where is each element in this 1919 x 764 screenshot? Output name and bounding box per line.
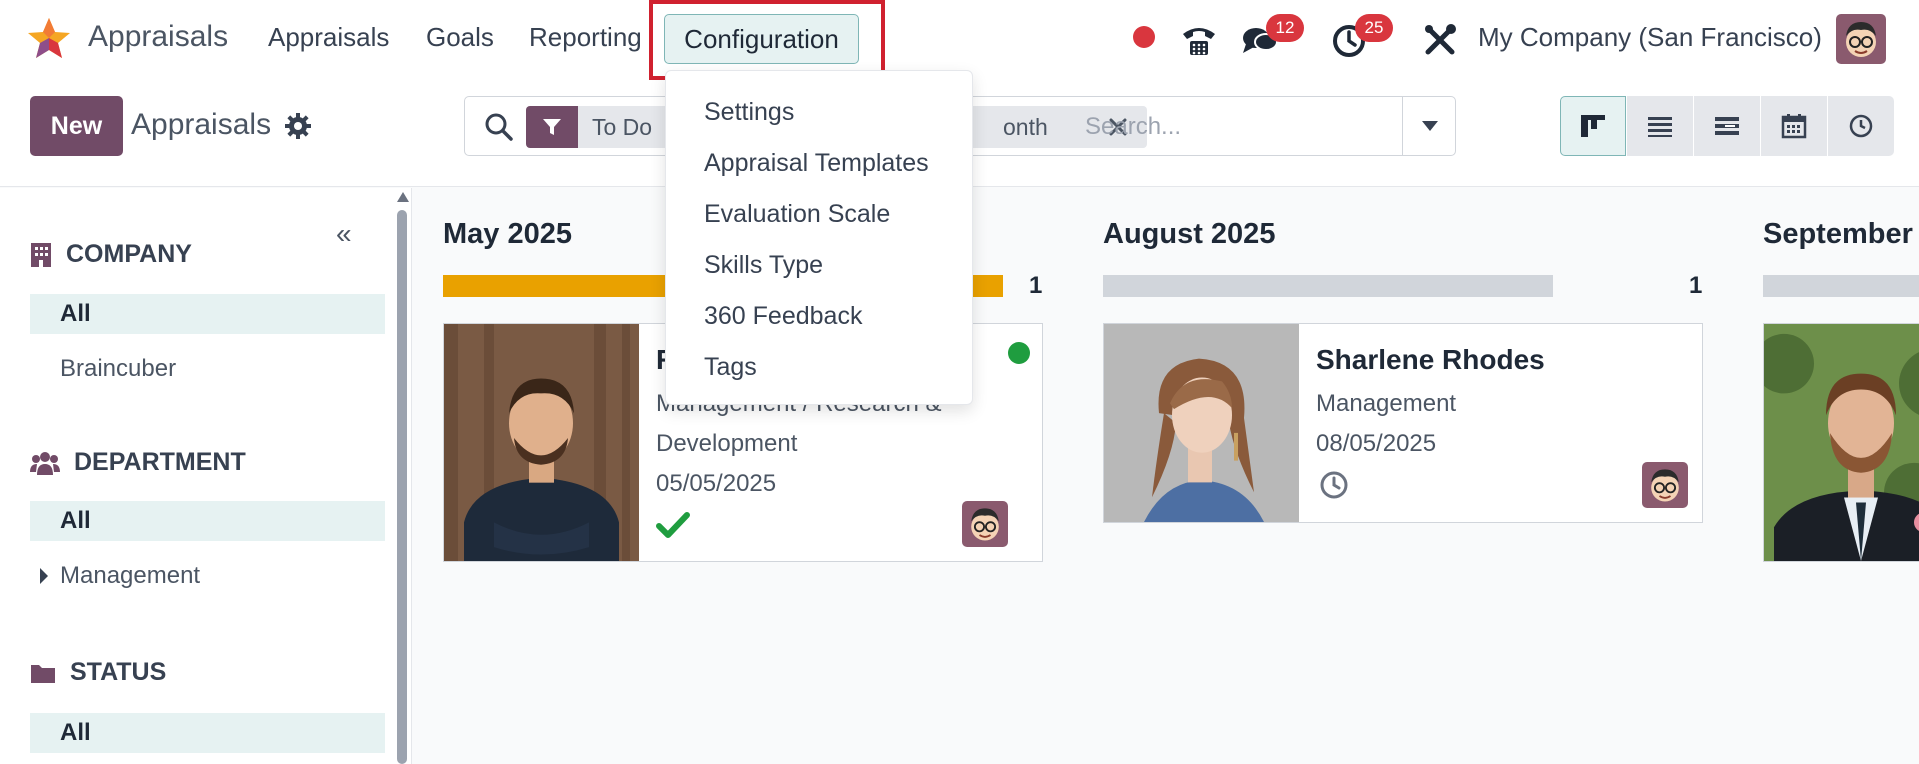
- user-avatar[interactable]: [1836, 14, 1886, 64]
- column-title[interactable]: September: [1763, 218, 1913, 251]
- messages-badge: 12: [1266, 14, 1304, 42]
- kanban-view-button[interactable]: [1560, 96, 1626, 156]
- users-icon: [30, 451, 60, 475]
- facet-to-do[interactable]: To Do: [578, 106, 673, 148]
- facet-month-label: onth: [1003, 114, 1048, 140]
- kanban-icon: [1581, 115, 1605, 137]
- tools-icon[interactable]: [1420, 20, 1460, 60]
- employee-department-line2: Development: [656, 430, 798, 457]
- kanban-card[interactable]: [1763, 323, 1919, 562]
- search-options-toggle[interactable]: [1402, 97, 1456, 155]
- page-title: Appraisals: [131, 108, 272, 141]
- menu-configuration[interactable]: Configuration: [664, 14, 859, 64]
- menu-appraisals[interactable]: Appraisals: [268, 22, 389, 53]
- search-icon[interactable]: [483, 111, 515, 143]
- status-filter-all[interactable]: All: [30, 713, 385, 753]
- panel-header-department: DEPARTMENT: [30, 448, 246, 477]
- employee-photo: [444, 324, 639, 561]
- panel-header-company: COMPANY: [30, 240, 192, 269]
- config-item-appraisal-templates[interactable]: Appraisal Templates: [704, 149, 929, 178]
- company-header-label: COMPANY: [66, 240, 192, 268]
- filter-icon: [526, 106, 578, 148]
- employee-photo: [1764, 324, 1919, 561]
- caret-right-icon[interactable]: [40, 568, 48, 584]
- column-title[interactable]: August 2025: [1103, 218, 1275, 251]
- recording-indicator-icon[interactable]: [1133, 26, 1155, 48]
- department-filter-management[interactable]: Management: [30, 556, 385, 596]
- status-header-label: STATUS: [70, 658, 167, 686]
- list-view-button[interactable]: [1627, 96, 1693, 156]
- panel-header-status: STATUS: [30, 658, 166, 687]
- activity-clock-icon[interactable]: [1318, 469, 1350, 501]
- gantt-view-button[interactable]: [1694, 96, 1760, 156]
- sidebar-scrollbar[interactable]: [397, 210, 407, 764]
- config-item-skills-type[interactable]: Skills Type: [704, 251, 823, 280]
- caret-down-icon: [1421, 121, 1438, 131]
- menu-goals[interactable]: Goals: [426, 22, 494, 53]
- column-progress-bar[interactable]: [1763, 275, 1919, 297]
- config-item-evaluation-scale[interactable]: Evaluation Scale: [704, 200, 890, 229]
- activity-view-button[interactable]: [1828, 96, 1894, 156]
- employee-department: Management: [1316, 390, 1457, 417]
- company-filter-all[interactable]: All: [30, 294, 385, 334]
- list-icon: [1648, 117, 1672, 137]
- top-navbar: Appraisals Appraisals Goals Reporting Co…: [0, 0, 1919, 80]
- clock-icon: [1849, 114, 1873, 138]
- employee-photo: [1104, 324, 1299, 522]
- employee-name: Sharlene Rhodes: [1316, 344, 1545, 375]
- appraisal-date: 08/05/2025: [1316, 430, 1437, 457]
- column-title[interactable]: May 2025: [443, 218, 572, 251]
- kanban-board: May 2025 1 R Management / Research & Dev…: [413, 188, 1919, 764]
- calendar-icon: [1781, 114, 1807, 139]
- view-switcher: [1560, 96, 1895, 156]
- activities-badge: 25: [1355, 14, 1393, 42]
- company-filter-braincuber[interactable]: Braincuber: [30, 349, 385, 389]
- column-count: 1: [1029, 272, 1043, 299]
- collapse-sidebar-icon[interactable]: «: [336, 218, 352, 250]
- company-switcher[interactable]: My Company (San Francisco): [1478, 22, 1822, 53]
- new-button[interactable]: New: [30, 96, 123, 156]
- config-item-tags[interactable]: Tags: [704, 353, 757, 382]
- building-icon: [31, 242, 51, 267]
- config-item-360-feedback[interactable]: 360 Feedback: [704, 302, 862, 331]
- folder-icon: [31, 664, 55, 683]
- manager-avatar[interactable]: [962, 501, 1008, 547]
- appraisals-app-icon[interactable]: [27, 16, 71, 60]
- department-header-label: DEPARTMENT: [74, 448, 246, 476]
- menu-reporting[interactable]: Reporting: [529, 22, 642, 53]
- app-name[interactable]: Appraisals: [88, 20, 228, 54]
- column-count: 1: [1689, 272, 1703, 299]
- status-online-dot: [1008, 342, 1030, 364]
- calendar-view-button[interactable]: [1761, 96, 1827, 156]
- search-input[interactable]: [1085, 109, 1425, 145]
- department-management-label: Management: [60, 562, 201, 589]
- gantt-icon: [1715, 117, 1739, 135]
- department-filter-all[interactable]: All: [30, 501, 385, 541]
- config-item-settings[interactable]: Settings: [704, 98, 794, 127]
- configuration-dropdown: Settings Appraisal Templates Evaluation …: [665, 70, 973, 405]
- manager-avatar[interactable]: [1642, 462, 1688, 508]
- phone-icon[interactable]: [1179, 20, 1219, 60]
- kanban-card[interactable]: Sharlene Rhodes Management 08/05/2025: [1103, 323, 1703, 523]
- search-panel-sidebar: « COMPANY All Braincuber DEPARTMENT All …: [0, 188, 412, 764]
- column-progress-bar[interactable]: [1103, 275, 1553, 297]
- scroll-up-arrow-icon[interactable]: [397, 192, 409, 202]
- checkmark-icon[interactable]: [656, 511, 690, 539]
- gear-icon[interactable]: [284, 112, 312, 140]
- appraisal-date: 05/05/2025: [656, 470, 777, 497]
